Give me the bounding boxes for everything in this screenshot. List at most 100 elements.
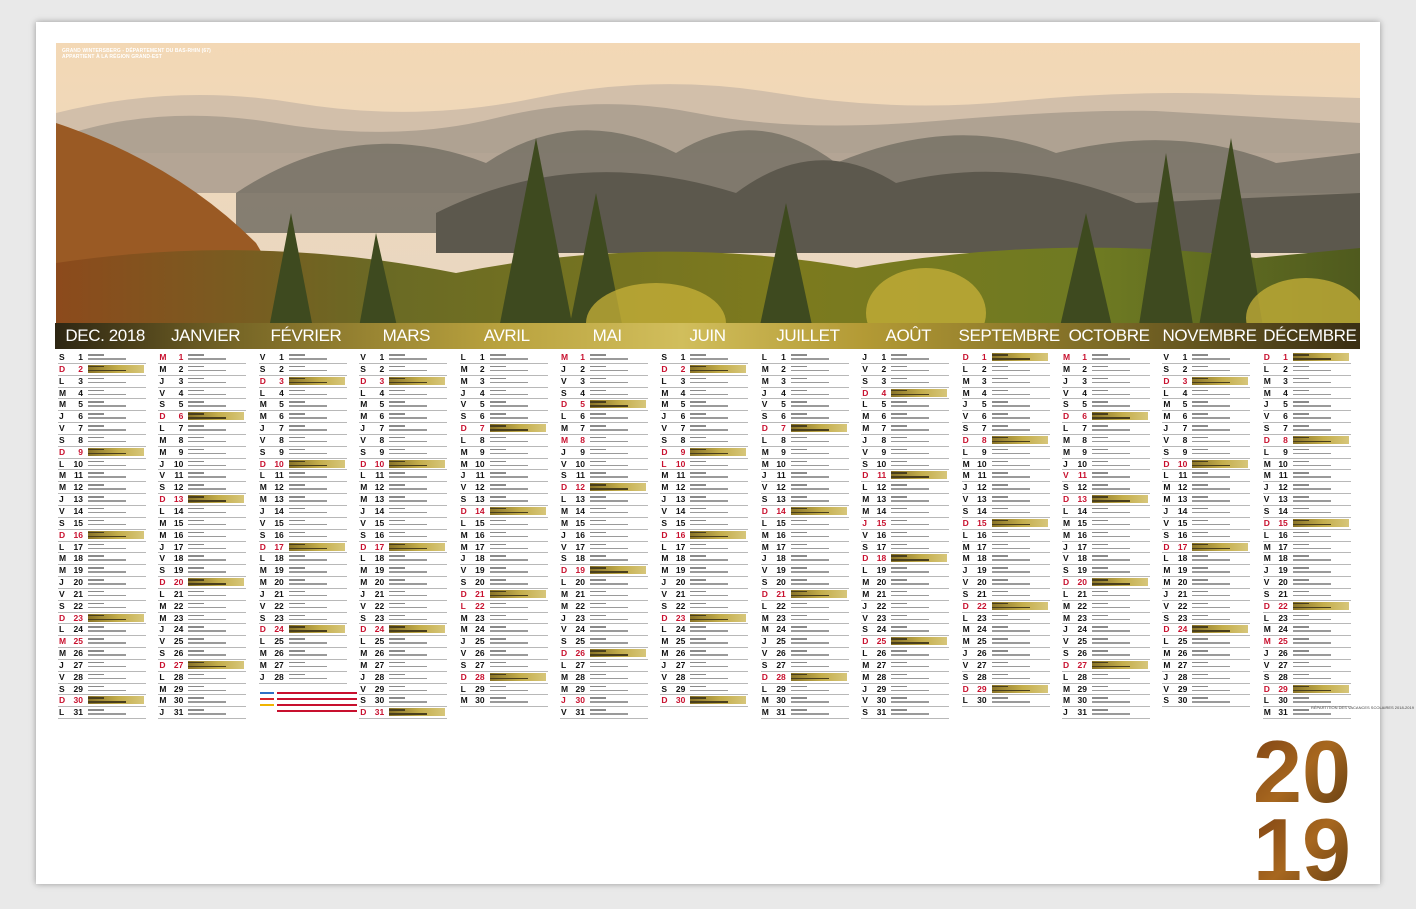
day-number: 18 — [575, 553, 585, 564]
weekday-letter: L — [460, 683, 466, 694]
day-row: D 16 — [660, 530, 749, 542]
day-number: 1 — [1082, 352, 1087, 362]
weekday-letter: V — [59, 588, 65, 599]
weekday-letter: M — [1163, 482, 1171, 493]
day-row: L 28 — [158, 672, 247, 684]
saint-name — [1292, 601, 1349, 610]
saint-name — [1192, 590, 1248, 598]
weekday-letter: M — [460, 458, 468, 469]
saint-name — [1292, 649, 1349, 657]
saint-name — [590, 625, 646, 633]
weekday-letter: M — [962, 636, 970, 647]
day-row: M 27 — [1162, 660, 1251, 672]
saint-name — [790, 377, 847, 385]
day-number: 1 — [781, 352, 786, 362]
saint-name — [690, 424, 746, 432]
day-row: L5 — [861, 399, 950, 412]
weekday-letter: M — [360, 659, 368, 670]
day-row: J 22 — [861, 601, 950, 613]
day-number: 20 — [173, 577, 184, 588]
day-number: 3 — [178, 375, 184, 386]
saint-name — [188, 637, 244, 645]
day-number: 9 — [178, 446, 184, 457]
day-row: L 10 — [58, 459, 146, 471]
day-row: D 15 — [1262, 518, 1351, 530]
day-number: 4 — [781, 387, 786, 398]
weekday-letter: S — [862, 624, 868, 635]
day-row: J 24 — [158, 624, 247, 637]
weekday-letter: V — [761, 565, 768, 576]
day-number: 2 — [981, 363, 987, 374]
day-number: 29 — [173, 683, 184, 694]
saint-name — [991, 365, 1048, 373]
weekday-letter: J — [1063, 624, 1068, 635]
weekday-letter: D — [761, 505, 768, 516]
day-number: 14 — [475, 505, 485, 516]
day-number: 2 — [1082, 363, 1087, 374]
day-number: 19 — [73, 565, 83, 576]
day-number: 16 — [1077, 529, 1087, 540]
day-row: L9 — [961, 447, 1050, 459]
saint-name — [991, 673, 1048, 681]
day-row: M 20 — [359, 577, 448, 589]
day-row: D 11 — [861, 470, 950, 483]
weekday-letter: L — [259, 553, 265, 564]
saint-name — [1292, 543, 1349, 551]
saint-name — [690, 578, 746, 586]
saint-name — [891, 519, 947, 527]
saint-name — [1092, 531, 1148, 539]
weekday-letter: J — [1263, 648, 1269, 659]
saint-name — [1192, 400, 1248, 408]
weekday-letter: V — [159, 470, 166, 481]
day-row: J 13 — [58, 494, 146, 506]
saint-name — [489, 589, 546, 598]
day-row: M 18 — [961, 553, 1050, 566]
weekday-letter: D — [661, 612, 668, 623]
day-number: 4 — [881, 387, 887, 398]
weekday-letter: M — [59, 636, 67, 647]
day-row: S 25 — [560, 636, 648, 649]
saint-name — [1292, 531, 1349, 539]
day-number: 6 — [580, 411, 585, 422]
day-number: 15 — [1077, 517, 1087, 528]
saint-name — [188, 507, 244, 515]
month-column: V 1 S 2 D 3 L 4 M 5 M 6 J 7 V 8 S 9 D 10 L 11 M 12 M 13 J 14 V 15 S 16 D… — [1162, 352, 1251, 708]
saint-name — [1092, 365, 1148, 373]
weekday-letter: L — [1163, 470, 1169, 481]
day-number: 15 — [374, 517, 385, 528]
weekday-letter: L — [1163, 636, 1169, 647]
weekday-letter: D — [561, 565, 568, 576]
weekday-letter: S — [561, 470, 567, 481]
saint-name — [1092, 554, 1148, 562]
month-column: L 1 M 2 M 3 J 4 V 5 S 6 D 7 L 8 M 9 M 10 J 11 V 12 S 13 D 14 L 15 M 16 M… — [459, 352, 548, 708]
weekday-letter: V — [761, 399, 768, 410]
day-number: 4 — [379, 387, 385, 398]
day-row: M 28 — [861, 672, 950, 684]
saint-name — [891, 483, 947, 491]
day-row: L 25 — [359, 636, 448, 649]
day-row: L7 — [158, 423, 247, 435]
saint-name — [489, 602, 546, 610]
weekday-letter: J — [1263, 565, 1269, 576]
weekday-letter: M — [360, 577, 368, 588]
day-number: 8 — [1082, 434, 1087, 445]
day-number: 26 — [1278, 648, 1288, 659]
weekday-letter: M — [59, 470, 67, 481]
day-number: 8 — [279, 434, 284, 445]
day-row: J 11 — [760, 470, 849, 483]
day-row: V 19 — [760, 565, 849, 578]
day-row: V 23 — [861, 613, 950, 625]
saint-name — [489, 495, 546, 503]
saint-name — [1092, 495, 1148, 504]
day-row: D 14 — [760, 505, 849, 518]
weekday-letter: L — [761, 352, 767, 362]
weekday-letter: D — [761, 671, 768, 682]
saint-name — [188, 377, 244, 385]
weekday-letter: M — [661, 636, 669, 647]
day-row: L 23 — [1262, 613, 1351, 625]
saint-name — [790, 708, 847, 716]
weekday-letter: M — [1163, 565, 1171, 576]
weekday-letter: M — [1063, 434, 1071, 445]
weekday-letter: D — [59, 529, 66, 540]
day-row: L4 — [258, 388, 347, 400]
